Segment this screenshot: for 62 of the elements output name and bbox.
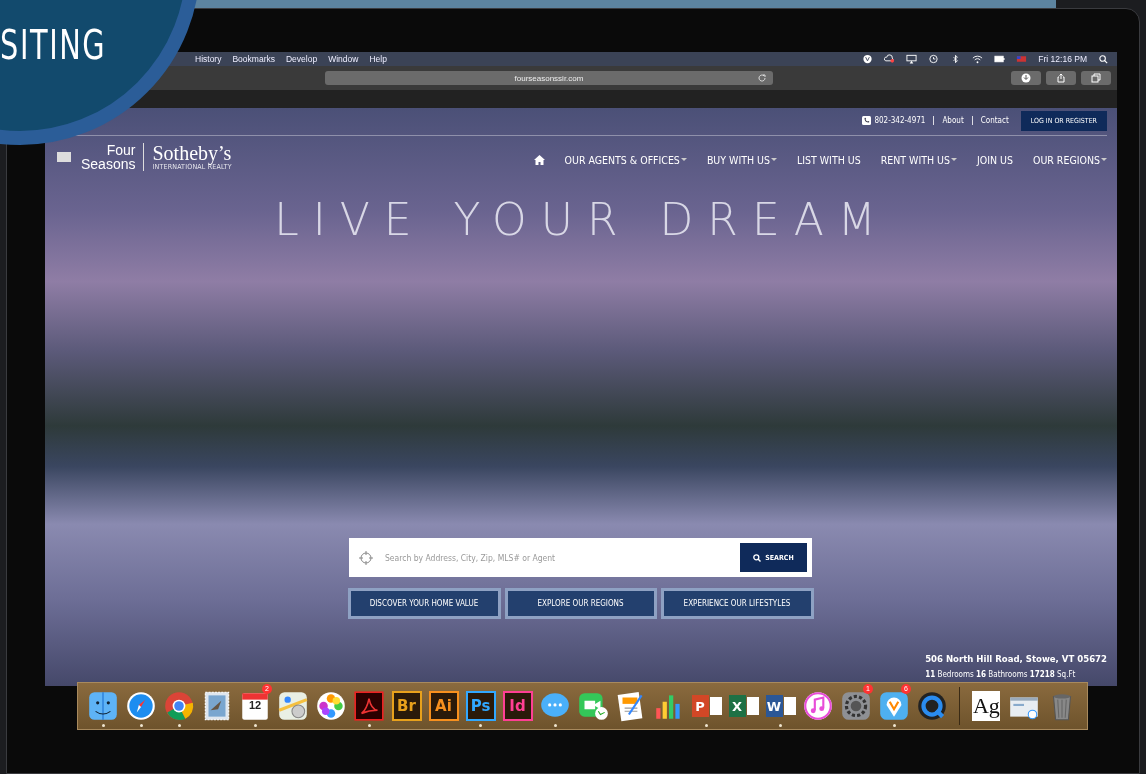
face-icon[interactable]	[86, 689, 120, 723]
phone-number[interactable]: 802-342-4971	[874, 116, 926, 125]
nav-link[interactable]: Contact	[980, 116, 1009, 125]
menu-item[interactable]: History	[195, 54, 222, 64]
music-note-icon[interactable]	[801, 689, 835, 723]
location-pin-icon[interactable]	[877, 689, 911, 723]
q-circle-icon[interactable]	[915, 689, 949, 723]
cloud-icon[interactable]	[884, 54, 896, 64]
share-icon	[1056, 73, 1066, 83]
app-tile[interactable]: Id	[502, 691, 533, 721]
tabs-button[interactable]	[1081, 71, 1111, 85]
home-icon[interactable]	[533, 155, 545, 165]
search-icon[interactable]	[1098, 54, 1109, 64]
nav-item[interactable]: RENT WITH US	[880, 154, 957, 166]
action-button[interactable]: EXPERIENCE OUR LIFESTYLES	[660, 588, 814, 619]
download-icon	[1021, 73, 1031, 83]
action-button[interactable]: EXPLORE OUR REGIONS	[504, 588, 657, 619]
logo-text: Four	[106, 143, 136, 157]
phone-icon	[862, 116, 872, 125]
ball-icon[interactable]	[162, 689, 196, 723]
action-button[interactable]: DISCOVER YOUR HOME VALUE	[347, 588, 501, 619]
nav-item[interactable]: OUR REGIONS	[1032, 154, 1107, 166]
calendar-date: 12	[248, 699, 262, 711]
v-circle-icon[interactable]	[862, 54, 874, 64]
download-button[interactable]	[1011, 71, 1041, 85]
tabs-icon	[1091, 73, 1101, 83]
battery-icon[interactable]	[994, 54, 1006, 64]
nav-item[interactable]: JOIN US	[976, 154, 1013, 166]
map-icon[interactable]	[276, 689, 310, 723]
nav-item[interactable]: LIST WITH US	[796, 154, 861, 166]
nav-link[interactable]: About	[942, 116, 964, 125]
nav-item[interactable]: BUY WITH US	[706, 154, 777, 166]
address-bar[interactable]: fourseasonssir.com	[325, 71, 773, 85]
logo-mark	[57, 152, 71, 162]
app-tile[interactable]: Br	[391, 691, 422, 721]
url-text: fourseasonssir.com	[514, 73, 584, 83]
search-icon	[753, 553, 762, 562]
gear-icon[interactable]	[839, 689, 873, 723]
reload-icon[interactable]	[757, 73, 767, 83]
nav-item[interactable]: OUR AGENTS & OFFICES	[564, 154, 687, 166]
menu-item[interactable]: Window	[328, 54, 359, 64]
listing-address: 506 North Hill Road, Stowe, VT 05672	[925, 653, 1107, 664]
logo-text: Seasons	[81, 157, 136, 171]
badge-text: SITING	[0, 22, 107, 68]
headline: LIVE YOUR DREAM	[273, 194, 891, 245]
menu-item[interactable]: Develop	[285, 54, 318, 64]
flower-icon[interactable]	[314, 689, 348, 723]
brand-name: Sotheby’s	[152, 143, 232, 163]
display-icon[interactable]	[906, 54, 918, 64]
wifi-icon[interactable]	[972, 54, 984, 64]
menu-item[interactable]: Help	[369, 54, 387, 64]
menu-item[interactable]: Bookmarks	[232, 54, 275, 64]
listing-details: 11 Bedrooms 16 Bathrooms 17218 Sq.Ft	[925, 670, 1077, 679]
font-app-tile[interactable]: Ag	[972, 691, 1001, 721]
app-tile[interactable]: Ai	[428, 691, 459, 721]
menubar-clock[interactable]: Fri 12:16 PM	[1038, 54, 1087, 64]
compass-icon[interactable]	[124, 689, 158, 723]
pdf-icon[interactable]	[352, 689, 386, 723]
clock-icon[interactable]	[928, 54, 940, 64]
app-tile[interactable]: Ps	[465, 691, 496, 721]
share-button[interactable]	[1046, 71, 1076, 85]
crosshair-icon[interactable]	[359, 550, 373, 565]
